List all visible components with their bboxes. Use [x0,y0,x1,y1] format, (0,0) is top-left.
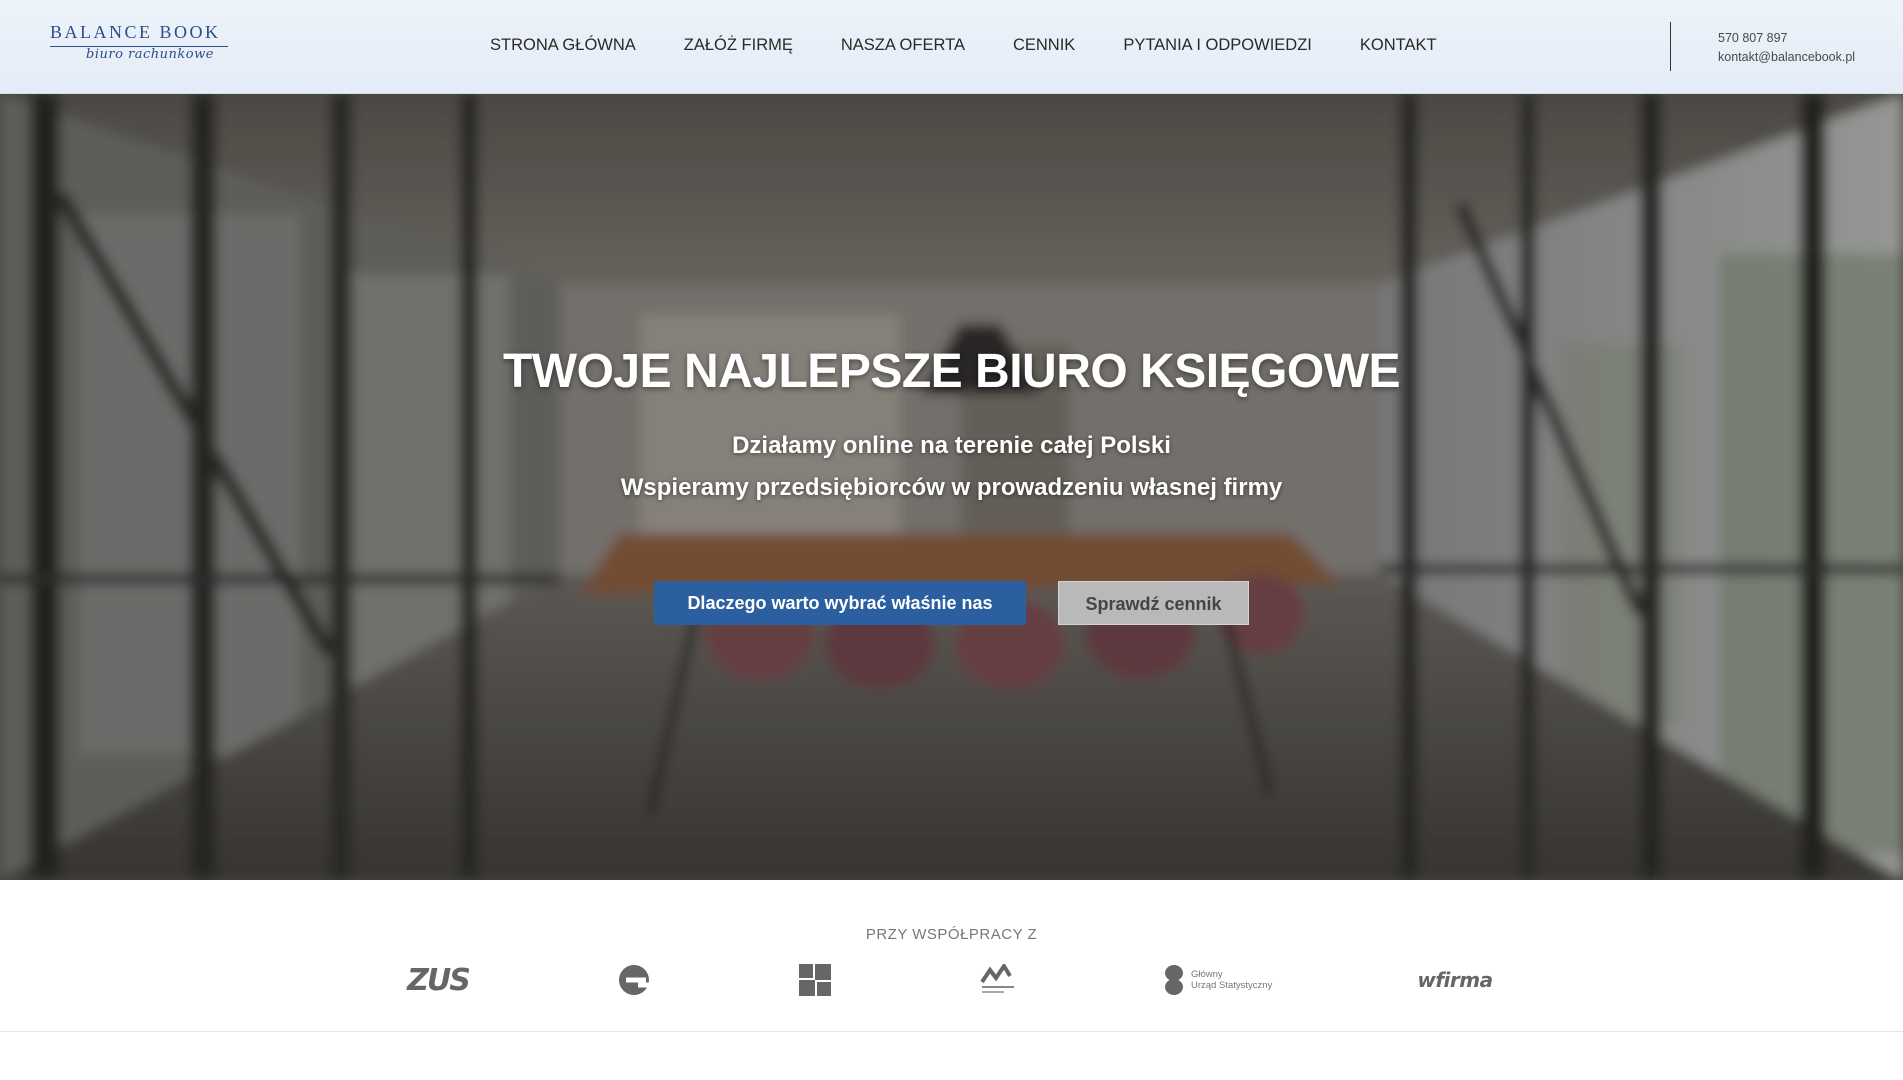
gus-logo: Główny Urząd Statystyczny [1163,960,1273,1000]
nav-item-faq[interactable]: PYTANIA I ODPOWIEDZI [1123,36,1312,55]
e-logo-icon [619,965,651,995]
nav-item-contact[interactable]: KONTAKT [1360,36,1437,55]
gus-text-line2: Urząd Statystyczny [1191,980,1273,991]
nav-item-pricing[interactable]: CENNIK [1013,36,1075,55]
zus-logo: ZUS [407,960,471,1000]
gus-logo-icon [1165,965,1183,995]
wfirma-logo: wfirma [1414,960,1496,1000]
ministerstwo-finansow-logo [978,960,1018,1000]
nav-item-offer[interactable]: NASZA OFERTA [841,36,965,55]
check-pricing-button[interactable]: Sprawdź cennik [1058,581,1249,625]
why-us-button[interactable]: Dlaczego warto wybrać właśnie nas [654,581,1026,625]
hero-section: TWOJE NAJLEPSZE BIURO KSIĘGOWE Działamy … [0,94,1903,880]
logo-sub-text: biuro rachunkowe [86,47,214,62]
site-logo[interactable]: BALANCE BOOK biuro rachunkowe [50,22,230,72]
partners-label: PRZY WSPÓŁPRACY Z [865,926,1038,943]
hero-subtitle-2: Wspieramy przedsiębiorców w prowadzeniu … [620,474,1283,501]
section-divider [0,1031,1903,1032]
hero-subtitle-1: Działamy online na terenie całej Polski [732,432,1171,459]
ministerstwo-logo-icon [980,964,1014,993]
header-contact: 570 807 897 kontakt@balancebook.pl [1718,29,1855,67]
hero-title: TWOJE NAJLEPSZE BIURO KSIĘGOWE [502,345,1401,398]
header-divider [1670,22,1671,71]
wfirma-logo-text: wfirma [1417,968,1493,992]
main-nav: STRONA GŁÓWNA ZAŁÓŻ FIRMĘ NASZA OFERTA C… [490,36,1437,55]
site-header: BALANCE BOOK biuro rachunkowe STRONA GŁÓ… [0,0,1903,94]
gus-text-line1: Główny [1191,969,1223,980]
squares-logo-icon [799,964,831,996]
e-logo [614,960,654,1000]
zus-logo-text: ZUS [407,962,471,998]
nav-item-home[interactable]: STRONA GŁÓWNA [490,36,636,55]
contact-email[interactable]: kontakt@balancebook.pl [1718,48,1855,67]
logo-main-text: BALANCE BOOK [50,22,221,42]
nav-item-start-company[interactable]: ZAŁÓŻ FIRMĘ [684,36,793,55]
squares-logo [797,960,833,1000]
contact-phone[interactable]: 570 807 897 [1718,29,1855,48]
